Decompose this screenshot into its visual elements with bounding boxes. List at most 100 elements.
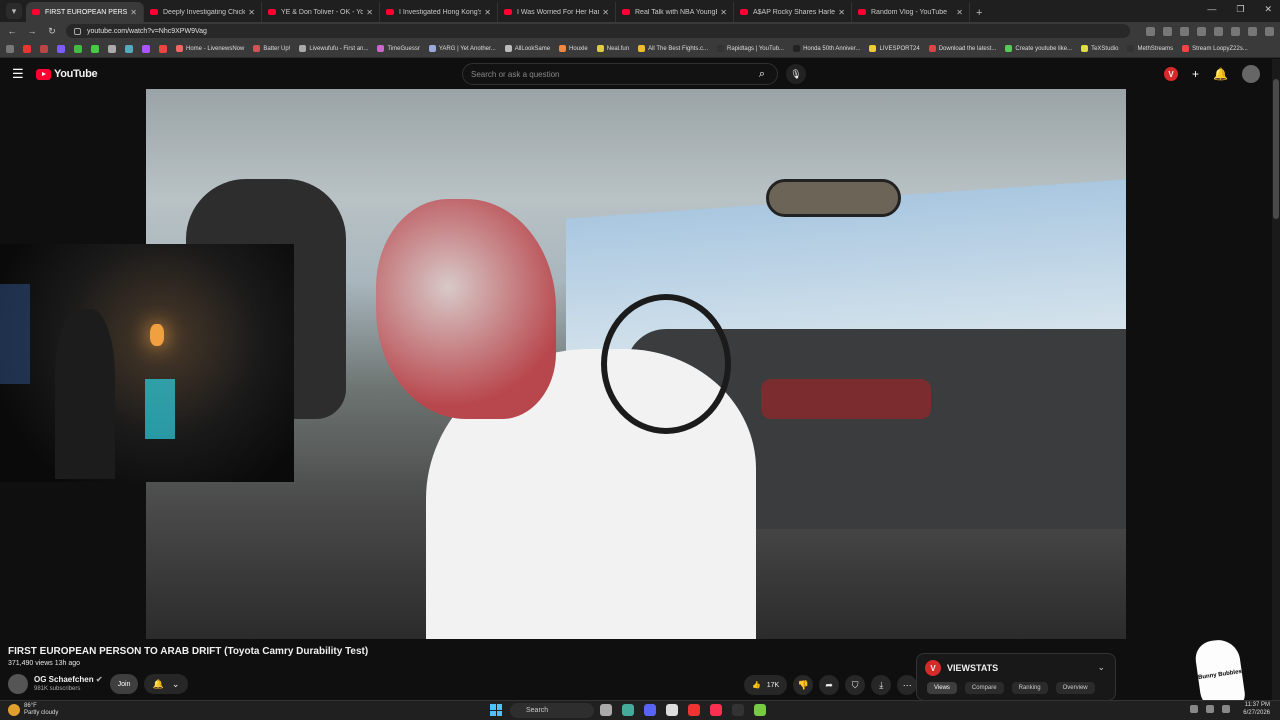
bookmark-item[interactable]: LIVESPORT24 — [869, 45, 920, 52]
weather-widget[interactable]: 86°F Partly cloudy — [8, 703, 58, 717]
tab-search-icon[interactable]: ▾ — [6, 3, 22, 19]
minimize-icon[interactable]: — — [1207, 4, 1216, 15]
bookmark-item[interactable]: TeXStudio — [1081, 45, 1118, 52]
dislike-button[interactable]: 👎 — [793, 675, 814, 695]
tab-compare[interactable]: Compare — [964, 682, 1004, 694]
create-plus-icon[interactable]: + — [1192, 67, 1199, 81]
site-info-icon[interactable] — [74, 27, 81, 35]
bookmark-item[interactable]: AllLookSame — [504, 45, 550, 52]
puzzle-icon[interactable] — [1214, 26, 1223, 36]
page-scrollbar[interactable] — [1272, 59, 1280, 700]
microphone-icon[interactable]: 🎙 — [786, 64, 806, 84]
taskbar-search[interactable]: Search — [510, 703, 594, 718]
install-app-icon[interactable] — [1146, 26, 1155, 36]
more-actions-button[interactable]: ⋯ — [897, 675, 918, 695]
bookmark-item[interactable]: Livewufufu - First an... — [299, 45, 368, 52]
terminal-icon[interactable] — [732, 704, 744, 716]
forward-arrow-icon[interactable]: → — [26, 26, 38, 36]
bookmark-item[interactable]: Home - LivenewsNow — [176, 45, 244, 52]
tab-close-icon[interactable]: ✕ — [602, 8, 609, 17]
new-tab-plus-icon[interactable]: + — [970, 7, 988, 22]
chevron-down-icon[interactable]: ⌄ — [1097, 662, 1105, 673]
scrollbar-thumb[interactable] — [1273, 79, 1279, 219]
app-icon[interactable] — [754, 704, 766, 716]
bookmark-item[interactable]: YARG | Yet Another... — [428, 45, 496, 52]
bookmark-favicon-icon[interactable] — [57, 44, 65, 53]
eye-icon[interactable] — [1163, 26, 1172, 36]
tab-close-icon[interactable]: ✕ — [484, 8, 491, 17]
bookmark-favicon-icon[interactable] — [142, 44, 150, 53]
tab-close-icon[interactable]: ✕ — [956, 8, 963, 17]
bookmark-item[interactable]: Neal.fun — [596, 45, 629, 52]
bookmark-favicon-icon[interactable] — [23, 44, 31, 53]
bookmark-item[interactable]: Batter Up! — [253, 45, 290, 52]
windows-start-icon[interactable] — [490, 704, 502, 716]
browser-tab[interactable]: I Was Worried For Her Hand - ✕ — [498, 2, 616, 22]
search-input[interactable]: Search or ask a question ⌕ — [462, 63, 778, 85]
task-view-icon[interactable] — [600, 704, 612, 716]
apps-grid-icon[interactable] — [6, 44, 14, 53]
bookmark-item[interactable]: Rapidtags | YouTub... — [717, 45, 784, 52]
discord-icon[interactable] — [644, 704, 656, 716]
file-explorer-icon[interactable] — [666, 704, 678, 716]
bookmark-favicon-icon[interactable] — [125, 44, 133, 53]
browser-tab[interactable]: YE & Don Toliver - OK - YouTu ✕ — [262, 2, 380, 22]
tab-close-icon[interactable]: ✕ — [130, 8, 137, 17]
search-icon[interactable]: ⌕ — [747, 64, 777, 84]
more-menu-icon[interactable] — [1265, 26, 1274, 36]
bookmark-favicon-icon[interactable] — [74, 44, 82, 53]
tab-views[interactable]: Views — [927, 682, 957, 694]
tab-overview[interactable]: Overview — [1055, 682, 1095, 694]
music-icon[interactable] — [710, 704, 722, 716]
bookmark-item[interactable]: TimeGuessr — [377, 45, 420, 52]
maximize-icon[interactable]: ❐ — [1236, 4, 1244, 15]
like-button[interactable]: 👍 17K — [744, 675, 788, 695]
bookmark-item[interactable]: Create youtube like... — [1005, 45, 1072, 52]
youtube-logo[interactable]: YouTube — [36, 68, 98, 80]
back-arrow-icon[interactable]: ← — [6, 26, 18, 36]
tab-ranking[interactable]: Ranking — [1011, 682, 1048, 694]
close-window-icon[interactable]: ✕ — [1264, 4, 1272, 15]
app-icon[interactable] — [688, 704, 700, 716]
save-button[interactable]: ⛉ — [845, 675, 866, 695]
profile-icon[interactable] — [1248, 26, 1257, 36]
clock[interactable]: 11:37 PM 6/27/2026 — [1243, 702, 1270, 717]
bookmark-favicon-icon[interactable] — [159, 44, 167, 53]
chrome-icon[interactable] — [622, 704, 634, 716]
bookmark-favicon-icon[interactable] — [91, 44, 99, 53]
avatar[interactable] — [1242, 65, 1260, 83]
browser-tab[interactable]: A$AP Rocky Shares Harlem St ✕ — [734, 2, 852, 22]
reload-icon[interactable]: ↻ — [46, 26, 58, 37]
tab-close-icon[interactable]: ✕ — [248, 8, 255, 17]
bookmark-item[interactable]: Honda 50th Anniver... — [793, 45, 860, 52]
download-button[interactable]: ⤓ — [871, 675, 892, 695]
bookmark-favicon-icon[interactable] — [108, 44, 116, 53]
tab-close-icon[interactable]: ✕ — [720, 8, 727, 17]
notifications-bell-icon[interactable]: 🔔 — [1213, 67, 1228, 81]
hamburger-menu-icon[interactable]: ☰ — [12, 66, 32, 82]
bookmark-item[interactable]: All The Best Fights.c... — [638, 45, 708, 52]
share-button[interactable]: ➦ — [819, 675, 840, 695]
bookmark-favicon-icon[interactable] — [40, 44, 48, 53]
browser-tab[interactable]: I Investigated Hong Kong's Lo ✕ — [380, 2, 498, 22]
browser-tab[interactable]: Random Vlog - YouTube ✕ — [852, 2, 970, 22]
extension-icon[interactable] — [1197, 26, 1206, 36]
bookmark-item[interactable]: Stream LoopyZ22s... — [1182, 45, 1248, 52]
bookmark-item[interactable]: Download the latest... — [928, 45, 996, 52]
bookmark-star-icon[interactable] — [1180, 26, 1189, 36]
browser-tab[interactable]: Deeply Investigating Chick-Fil- ✕ — [144, 2, 262, 22]
channel-name[interactable]: OG Schaefchen ✔ — [34, 675, 103, 684]
join-button[interactable]: Join — [110, 674, 138, 694]
browser-tab[interactable]: Real Talk with NBA YoungBoy ✕ — [616, 2, 734, 22]
viewstats-extension-icon[interactable]: V — [1164, 67, 1179, 81]
channel-avatar[interactable] — [8, 674, 28, 694]
tab-close-icon[interactable]: ✕ — [838, 8, 845, 17]
url-bar[interactable]: youtube.com/watch?v=Nhc9XPW9Vag — [66, 24, 1130, 38]
browser-tab[interactable]: FIRST EUROPEAN PERSON ✕ — [26, 2, 144, 22]
bookmark-item[interactable]: MethStreams — [1127, 45, 1173, 52]
tab-close-icon[interactable]: ✕ — [366, 8, 373, 17]
sidebar-icon[interactable] — [1231, 26, 1240, 36]
wifi-icon[interactable] — [1206, 705, 1214, 713]
bookmark-item[interactable]: Houxle — [559, 45, 588, 52]
volume-icon[interactable] — [1222, 705, 1230, 713]
